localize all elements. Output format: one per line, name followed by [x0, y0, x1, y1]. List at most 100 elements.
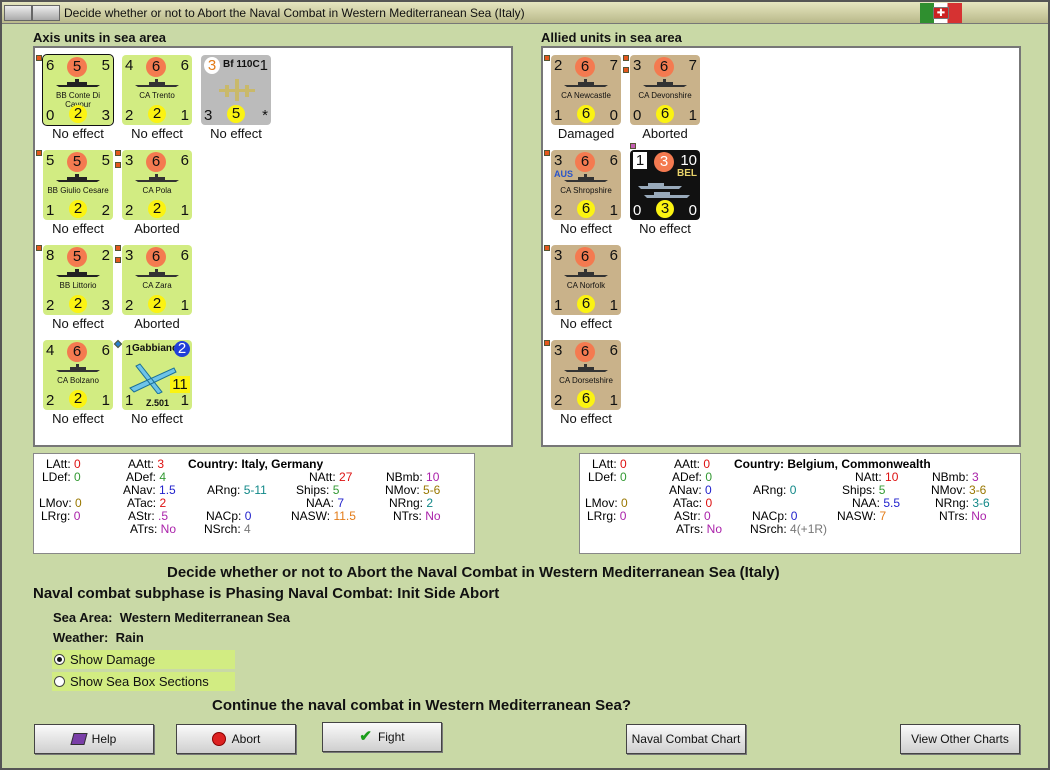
counter-value: 2: [554, 392, 563, 409]
allied-stats-panel: LAtt: 0 LDef: 0 LMov: 0 LRrg: 0 AAtt: 0 …: [579, 453, 1021, 554]
unit-name: CA Bolzano: [57, 376, 99, 385]
counter-value: 2: [125, 297, 134, 314]
sea-area-label: Sea Area:: [53, 610, 113, 625]
counter-value: 5: [101, 57, 110, 74]
combat-result: No effect: [52, 221, 104, 236]
stat-label: LRrg: 0: [587, 509, 627, 523]
counter-value: 1: [46, 202, 55, 219]
stat-label: LRrg: 0: [41, 509, 81, 523]
combat-result: No effect: [639, 221, 691, 236]
counter-value: 1: [180, 392, 189, 409]
counter-value: 1: [609, 202, 618, 219]
attack-value: 5: [67, 57, 87, 77]
savoy-cross-icon: ✚: [933, 7, 949, 19]
counter-body[interactable]: 8 5 2 BB Littorio 2 2 3: [43, 245, 113, 315]
counter-body[interactable]: 3 Bf 110C 1 3 5 *: [201, 55, 271, 125]
counter-body[interactable]: 5 5 5 BB Giulio Cesare 1 2 2: [43, 150, 113, 220]
radio-selected-icon: [54, 654, 65, 665]
stat-label: LAtt: 0: [592, 457, 627, 471]
sea-area-row: Sea Area: Western Mediterranean Sea: [53, 610, 290, 625]
country-label: Country: Belgium, Commonwealth: [734, 457, 931, 471]
counter-body[interactable]: 3 6 6 CA Dorsetshire 2 6 1: [551, 340, 621, 410]
stat-label: ADef: 4: [126, 470, 167, 484]
stat-label: ANav: 1.5: [123, 483, 176, 497]
counter-body[interactable]: 1 3 10 BEL 0 3 0: [630, 150, 700, 220]
stat-label: ATrs: No: [676, 522, 723, 536]
attack-value: 5: [67, 247, 87, 267]
stat-label: NAA: 5.5: [852, 496, 901, 510]
counter-body[interactable]: 3 6 6 CA Pola 2 2 1: [122, 150, 192, 220]
counter-value: 6: [180, 152, 189, 169]
counter-value: 3: [554, 247, 563, 264]
stat-label: LAtt: 0: [46, 457, 81, 471]
unit-name: CA Norfolk: [566, 281, 606, 290]
stat-label: ARng: 5-11: [207, 483, 267, 497]
minimize-button[interactable]: [32, 5, 60, 21]
counter-body[interactable]: 4 6 6 CA Bolzano 2 2 1: [43, 340, 113, 410]
counter-value: 8: [46, 247, 55, 264]
show-damage-radio[interactable]: Show Damage: [52, 650, 235, 669]
counter-body[interactable]: 2 6 7 CA Newcastle 1 6 0: [551, 55, 621, 125]
counter-value: 3: [633, 57, 642, 74]
stat-label: NTrs: No: [393, 509, 441, 523]
stat-label: LMov: 0: [585, 496, 628, 510]
stat-label: LDef: 0: [588, 470, 627, 484]
help-button[interactable]: Help: [34, 724, 154, 754]
counter-value: 1: [688, 107, 697, 124]
cruiser-icon: [643, 79, 687, 87]
help-label: Help: [91, 732, 117, 746]
title-bar[interactable]: Decide whether or not to Abort the Naval…: [2, 2, 1048, 24]
status-marker-icon: [544, 340, 550, 346]
counter-value: 2: [554, 202, 563, 219]
combat-result: Aborted: [642, 126, 688, 141]
unit-name: CA Devonshire: [638, 91, 692, 100]
defense-value: 6: [577, 295, 595, 313]
cruiser-icon: [564, 364, 608, 372]
counter-value: 3: [204, 57, 220, 74]
defense-value: 6: [577, 105, 595, 123]
weather-label: Weather:: [53, 630, 109, 645]
counter-body[interactable]: 3 6 6 CA Zara 2 2 1: [122, 245, 192, 315]
counter-value: 7: [688, 57, 697, 74]
battleship-icon: [56, 174, 100, 182]
status-marker-icon: [623, 67, 629, 73]
convoy-ships-icon: [638, 183, 690, 198]
checkmark-icon: ✔: [359, 728, 372, 745]
counter-body[interactable]: 3 6 7 CA Devonshire 0 6 1: [630, 55, 700, 125]
stat-label: NASW: 11.5: [291, 509, 356, 523]
abort-button[interactable]: Abort: [176, 724, 296, 754]
counter-body[interactable]: 3 6 6 AUS CA Shropshire 2 6 1: [551, 150, 621, 220]
aircraft-label: Gabbiano: [132, 343, 179, 354]
attack-value: 5: [67, 152, 87, 172]
counter-value: 1: [633, 152, 647, 169]
attack-value: 6: [654, 57, 674, 77]
attack-value: 6: [575, 342, 595, 362]
counter-value: 3: [554, 152, 563, 169]
abort-stop-icon: [211, 732, 226, 746]
unit-name: CA Pola: [142, 186, 172, 195]
naval-combat-chart-button[interactable]: Naval Combat Chart: [626, 724, 746, 754]
radio-label: Show Damage: [70, 652, 156, 667]
combat-result: No effect: [560, 411, 612, 426]
counter-body[interactable]: 1 Gabbiano 2 11 1 Z.501 1: [122, 340, 192, 410]
counter-body[interactable]: 3 6 6 CA Norfolk 1 6 1: [551, 245, 621, 315]
view-other-charts-button[interactable]: View Other Charts: [900, 724, 1020, 754]
counter-body[interactable]: 4 6 6 CA Trento 2 2 1: [122, 55, 192, 125]
counter-value: 1: [101, 392, 110, 409]
fight-button[interactable]: ✔ Fight: [322, 722, 442, 752]
counter-value: 1: [180, 202, 189, 219]
stat-label: AAtt: 3: [128, 457, 165, 471]
counter-value: 2: [125, 107, 134, 124]
show-sea-box-radio[interactable]: Show Sea Box Sections: [52, 672, 235, 691]
window-menu-button[interactable]: [4, 5, 32, 21]
counter-body[interactable]: 6 5 5 BB Conte Di Cavour 0 2 3: [42, 54, 114, 126]
cruiser-icon: [564, 269, 608, 277]
attack-value: 6: [146, 247, 166, 267]
status-marker-icon: [36, 150, 42, 156]
counter-value: 6: [609, 152, 618, 169]
stat-label: NBmb: 3: [932, 470, 979, 484]
stat-label: Ships: 5: [842, 483, 886, 497]
counter-value: 0: [688, 202, 697, 219]
combat-result: No effect: [52, 411, 104, 426]
counter-value: 11: [170, 376, 190, 393]
